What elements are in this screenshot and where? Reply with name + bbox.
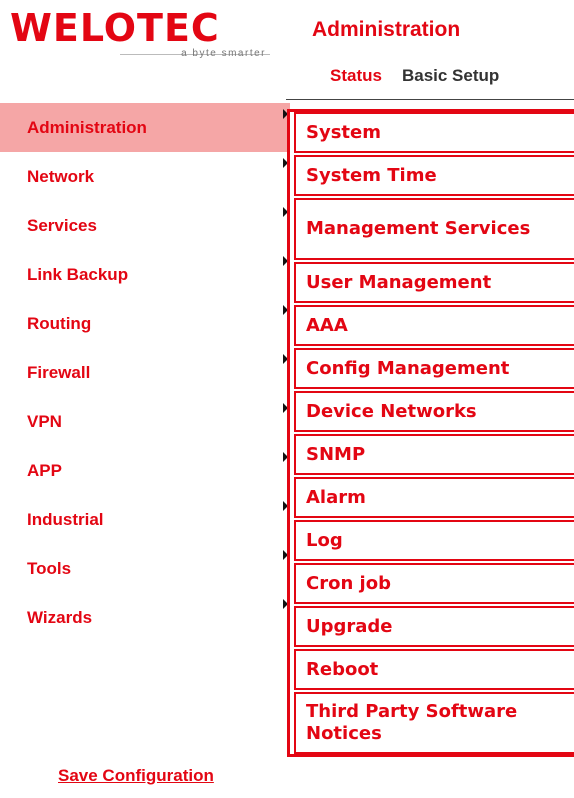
sidebar-item-label: Industrial (27, 509, 104, 529)
submenu-item-cron-job[interactable]: Cron job (294, 563, 574, 604)
sidebar-item-firewall[interactable]: Firewall (0, 348, 290, 397)
tab-status[interactable]: Status (330, 66, 382, 86)
sidebar-item-label: Administration (27, 117, 147, 137)
sidebar-item-administration[interactable]: Administration (0, 103, 290, 152)
page-title: Administration (312, 18, 461, 41)
save-configuration-link[interactable]: Save Configuration (58, 766, 214, 786)
sidebar-item-label: Network (27, 166, 95, 186)
sidebar-item-label: Firewall (27, 362, 91, 382)
sidebar-item-link-backup[interactable]: Link Backup (0, 250, 290, 299)
sidebar-item-label: Routing (27, 313, 92, 333)
sidebar-item-label: APP (27, 460, 62, 480)
sidebar-item-label: Services (27, 215, 97, 235)
submenu-item-config-management[interactable]: Config Management (294, 348, 574, 389)
submenu-item-snmp[interactable]: SNMP (294, 434, 574, 475)
sidebar-item-app[interactable]: APP (0, 446, 290, 495)
sidebar-item-network[interactable]: Network (0, 152, 290, 201)
logo-tagline: a byte smarter (181, 48, 266, 59)
submenu-item-user-management[interactable]: User Management (294, 262, 574, 303)
sidebar-item-label: Wizards (27, 607, 93, 627)
submenu-item-aaa[interactable]: AAA (294, 305, 574, 346)
sidebar-menu: Administration Network Services Link Bac… (0, 103, 290, 642)
tab-basic-setup[interactable]: Basic Setup (402, 66, 499, 86)
top-tabs: Status Basic Setup (330, 66, 499, 86)
submenu-item-log[interactable]: Log (294, 520, 574, 561)
administration-submenu: System System Time Management Services U… (287, 109, 574, 757)
submenu-item-management-services[interactable]: Management Services (294, 198, 574, 260)
submenu-item-reboot[interactable]: Reboot (294, 649, 574, 690)
sidebar-item-vpn[interactable]: VPN (0, 397, 290, 446)
sidebar-item-wizards[interactable]: Wizards (0, 593, 290, 642)
submenu-item-alarm[interactable]: Alarm (294, 477, 574, 518)
sidebar-item-industrial[interactable]: Industrial (0, 495, 290, 544)
logo-wordmark: WELOTEC (10, 6, 220, 50)
header-divider (286, 99, 574, 100)
submenu-item-upgrade[interactable]: Upgrade (294, 606, 574, 647)
submenu-item-system-time[interactable]: System Time (294, 155, 574, 196)
sidebar-item-routing[interactable]: Routing (0, 299, 290, 348)
sidebar-item-services[interactable]: Services (0, 201, 290, 250)
sidebar-item-label: Tools (27, 558, 72, 578)
sidebar-item-tools[interactable]: Tools (0, 544, 290, 593)
sidebar-item-label: Link Backup (27, 264, 129, 284)
welotec-logo: WELOTEC a byte smarter (10, 8, 272, 62)
sidebar-item-label: VPN (27, 411, 62, 431)
submenu-item-system[interactable]: System (294, 112, 574, 153)
submenu-item-device-networks[interactable]: Device Networks (294, 391, 574, 432)
submenu-item-third-party-notices[interactable]: Third Party Software Notices (294, 692, 574, 754)
